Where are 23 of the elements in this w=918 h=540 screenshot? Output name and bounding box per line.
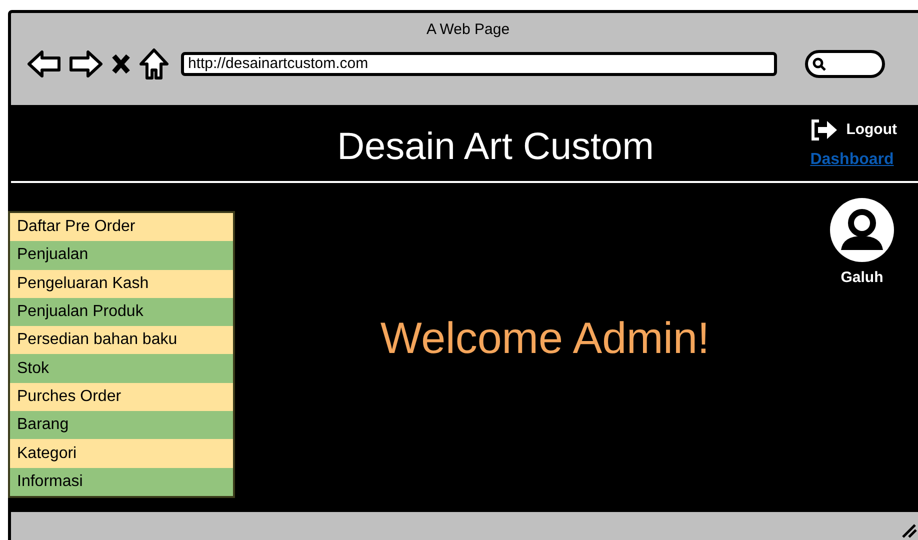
menu-item[interactable]: Barang (10, 411, 233, 440)
menu-item[interactable]: Informasi (10, 468, 233, 496)
close-icon[interactable] (111, 53, 131, 75)
address-bar[interactable]: http://desainartcustom.com (181, 52, 777, 76)
search-field[interactable] (805, 50, 885, 78)
menu-item[interactable]: Persedian bahan baku (10, 326, 233, 354)
menu-item[interactable]: Purches Order (10, 382, 233, 412)
search-icon (812, 57, 826, 71)
back-arrow-icon[interactable] (27, 50, 61, 78)
menu-item[interactable]: Penjualan Produk (10, 298, 233, 326)
home-icon[interactable] (139, 48, 169, 80)
menu-item[interactable]: Stok (10, 354, 233, 383)
user-avatar-icon (829, 197, 895, 263)
logout-button[interactable]: Logout (810, 119, 897, 142)
window-title: A Web Page (426, 21, 510, 38)
menu-item[interactable]: Daftar Pre Order (10, 213, 233, 242)
forward-arrow-icon[interactable] (69, 50, 103, 78)
user-name: Galuh (840, 268, 884, 288)
menu-item[interactable]: Pengeluaran Kash (10, 270, 233, 298)
site-title: Desain Art Custom (337, 124, 654, 170)
menu-item[interactable]: Penjualan (10, 241, 233, 270)
menu-item[interactable]: Kategori (10, 439, 233, 468)
welcome-heading: Welcome Admin! (380, 313, 710, 365)
